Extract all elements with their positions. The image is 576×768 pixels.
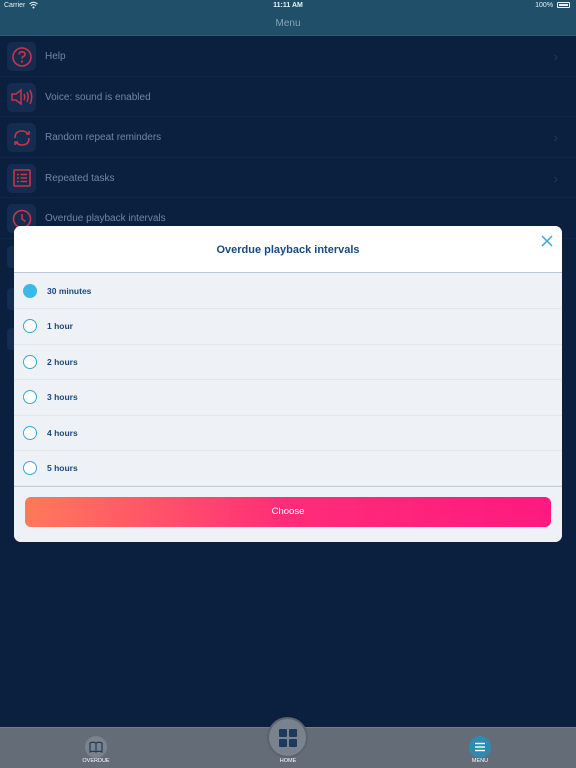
battery-indicator: 100% — [535, 2, 570, 9]
option-label: 2 hours — [47, 356, 78, 367]
choose-button[interactable]: Choose — [25, 497, 551, 527]
navigation-bar: Menu — [0, 12, 576, 36]
radio-button[interactable] — [23, 460, 37, 475]
menu-item-random-repeat[interactable]: Random repeat reminders › — [0, 117, 576, 158]
tab-label: MENU — [471, 758, 489, 764]
radio-button[interactable] — [23, 354, 37, 369]
menu-item-label: Random repeat reminders — [45, 132, 162, 143]
menu-item-help[interactable]: Help › — [0, 36, 576, 77]
option-label: 5 hours — [47, 462, 78, 473]
grid-icon — [278, 728, 297, 747]
book-icon — [85, 736, 107, 758]
clock-time: 11:11 AM — [273, 2, 303, 9]
dialog-footer: Choose — [14, 486, 562, 542]
status-bar: Carrier 11:11 AM 100% — [0, 0, 576, 12]
menu-icon — [469, 736, 491, 758]
speaker-icon — [7, 82, 36, 112]
option-3-hours[interactable]: 3 hours — [14, 380, 562, 416]
list-icon — [7, 163, 36, 193]
interval-options: 30 minutes 1 hour 2 hours 3 hours 4 hour… — [14, 274, 562, 487]
menu-item-repeated-tasks[interactable]: Repeated tasks › — [0, 158, 576, 198]
menu-item-label: Repeated tasks — [45, 172, 115, 184]
option-5-hours[interactable]: 5 hours — [14, 451, 562, 487]
tab-label-home: HOME — [279, 758, 297, 764]
tab-menu[interactable]: MENU — [450, 728, 510, 768]
tab-label: OVERDUE — [82, 758, 110, 764]
chevron-right-icon: › — [553, 49, 558, 64]
dialog-header: Overdue playback intervals — [14, 226, 562, 273]
menu-item-voice[interactable]: Voice: sound is enabled — [0, 77, 576, 117]
menu-item-label: Help — [45, 51, 66, 62]
radio-button[interactable] — [23, 319, 37, 334]
battery-icon — [557, 2, 570, 8]
chevron-right-icon: › — [553, 130, 558, 145]
battery-percent: 100% — [535, 2, 554, 9]
menu-item-label: Voice: sound is enabled — [45, 91, 151, 103]
option-label: 30 minutes — [47, 286, 92, 296]
option-label: 3 hours — [47, 392, 78, 403]
interval-picker-dialog: Overdue playback intervals 30 minutes 1 … — [14, 226, 562, 542]
close-icon[interactable] — [540, 234, 554, 248]
menu-list: Help › Voice: sound is enabled Random re… — [0, 36, 576, 239]
option-2-hours[interactable]: 2 hours — [14, 345, 562, 381]
menu-item-label: Overdue playback intervals — [45, 213, 166, 224]
radio-button-selected[interactable] — [23, 284, 37, 298]
repeat-icon — [7, 123, 36, 152]
option-label: 1 hour — [47, 321, 73, 332]
dialog-title: Overdue playback intervals — [216, 244, 360, 256]
option-4-hours[interactable]: 4 hours — [14, 416, 562, 451]
tab-overdue[interactable]: OVERDUE — [66, 728, 126, 768]
chevron-right-icon: › — [553, 170, 558, 186]
help-icon — [7, 42, 36, 71]
option-1-hour[interactable]: 1 hour — [14, 309, 562, 345]
option-30-minutes[interactable]: 30 minutes — [14, 274, 562, 310]
radio-button[interactable] — [23, 390, 37, 405]
home-button[interactable] — [269, 719, 306, 756]
page-title: Menu — [275, 18, 301, 29]
option-label: 4 hours — [47, 427, 78, 438]
radio-button[interactable] — [23, 425, 37, 440]
